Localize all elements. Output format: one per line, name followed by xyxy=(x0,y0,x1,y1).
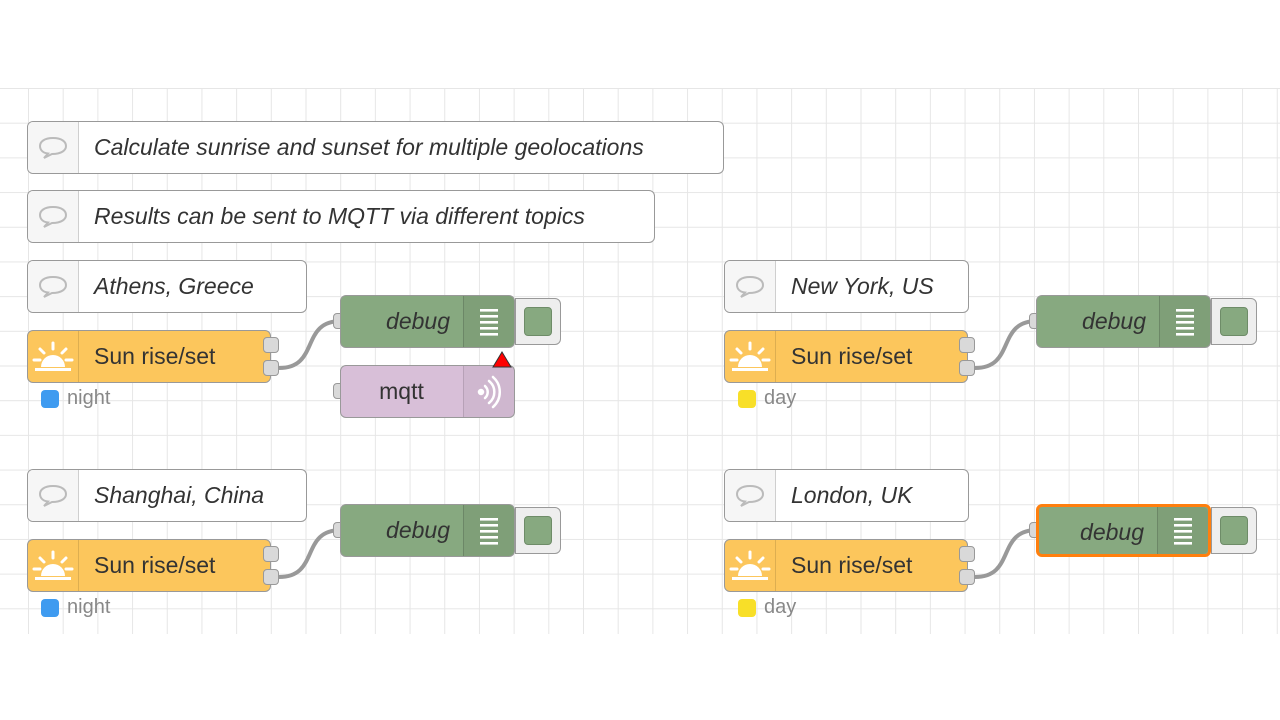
status-shanghai: night xyxy=(41,596,110,619)
status-text: day xyxy=(764,387,797,409)
node-label: mqtt xyxy=(379,378,424,404)
status-dot xyxy=(41,598,59,617)
output-port-2[interactable] xyxy=(263,360,279,376)
sunrise-icon xyxy=(725,331,776,382)
node-label: debug xyxy=(1082,308,1146,334)
comment-node-subtitle[interactable]: Results can be sent to MQTT via differen… xyxy=(27,190,655,243)
sun-node-london[interactable]: Sun rise/set xyxy=(724,539,968,592)
node-label: debug xyxy=(386,517,450,543)
debug-list-icon xyxy=(1159,296,1210,347)
output-port-1[interactable] xyxy=(263,546,279,562)
debug-toggle-button[interactable] xyxy=(515,298,561,345)
comment-label: Shanghai, China xyxy=(94,482,265,508)
comment-node-athens[interactable]: Athens, Greece xyxy=(27,260,307,313)
comment-label: New York, US xyxy=(791,273,934,299)
comment-label: London, UK xyxy=(791,482,913,508)
status-text: night xyxy=(67,387,111,409)
speech-bubble-icon xyxy=(725,470,776,521)
output-port-1[interactable] xyxy=(959,337,975,353)
node-label: debug xyxy=(386,308,450,334)
status-dot xyxy=(738,389,756,408)
toggle-indicator xyxy=(524,516,552,545)
debug-list-icon xyxy=(463,296,514,347)
toggle-indicator xyxy=(524,307,552,336)
status-text: day xyxy=(764,596,797,618)
debug-node-shanghai[interactable]: debug xyxy=(340,504,515,557)
sun-node-athens[interactable]: Sun rise/set xyxy=(27,330,271,383)
speech-bubble-icon xyxy=(28,470,79,521)
status-newyork: day xyxy=(738,387,796,410)
output-port-2[interactable] xyxy=(263,569,279,585)
comment-node-shanghai[interactable]: Shanghai, China xyxy=(27,469,307,522)
debug-toggle-button[interactable] xyxy=(515,507,561,554)
comment-label: Results can be sent to MQTT via differen… xyxy=(94,203,585,229)
debug-toggle-button[interactable] xyxy=(1211,298,1257,345)
debug-node-london[interactable]: debug xyxy=(1036,504,1211,557)
comment-node-newyork[interactable]: New York, US xyxy=(724,260,969,313)
output-port-1[interactable] xyxy=(263,337,279,353)
comment-label: Calculate sunrise and sunset for multipl… xyxy=(94,134,644,160)
node-label: Sun rise/set xyxy=(791,552,913,578)
debug-list-icon xyxy=(1157,507,1208,554)
sunrise-icon xyxy=(28,331,79,382)
output-port-2[interactable] xyxy=(959,360,975,376)
node-label: Sun rise/set xyxy=(94,552,216,578)
speech-bubble-icon xyxy=(28,191,79,242)
status-dot xyxy=(738,598,756,617)
node-label: Sun rise/set xyxy=(94,343,216,369)
status-athens: night xyxy=(41,387,110,410)
mqtt-signal-icon xyxy=(463,366,514,417)
output-port-2[interactable] xyxy=(959,569,975,585)
debug-node-newyork[interactable]: debug xyxy=(1036,295,1211,348)
toggle-indicator xyxy=(1220,307,1248,336)
comment-node-title[interactable]: Calculate sunrise and sunset for multipl… xyxy=(27,121,724,174)
sun-node-newyork[interactable]: Sun rise/set xyxy=(724,330,968,383)
speech-bubble-icon xyxy=(28,261,79,312)
warning-triangle-icon xyxy=(492,351,512,368)
status-london: day xyxy=(738,596,796,619)
status-text: night xyxy=(67,596,111,618)
speech-bubble-icon xyxy=(725,261,776,312)
sun-node-shanghai[interactable]: Sun rise/set xyxy=(27,539,271,592)
debug-list-icon xyxy=(463,505,514,556)
toggle-indicator xyxy=(1220,516,1248,545)
debug-toggle-button[interactable] xyxy=(1211,507,1257,554)
node-label: Sun rise/set xyxy=(791,343,913,369)
comment-node-london[interactable]: London, UK xyxy=(724,469,969,522)
mqtt-node-athens[interactable]: mqtt xyxy=(340,365,515,418)
status-dot xyxy=(41,389,59,408)
output-port-1[interactable] xyxy=(959,546,975,562)
speech-bubble-icon xyxy=(28,122,79,173)
node-label: debug xyxy=(1080,519,1144,545)
debug-node-athens[interactable]: debug xyxy=(340,295,515,348)
sunrise-icon xyxy=(28,540,79,591)
sunrise-icon xyxy=(725,540,776,591)
comment-label: Athens, Greece xyxy=(94,273,254,299)
